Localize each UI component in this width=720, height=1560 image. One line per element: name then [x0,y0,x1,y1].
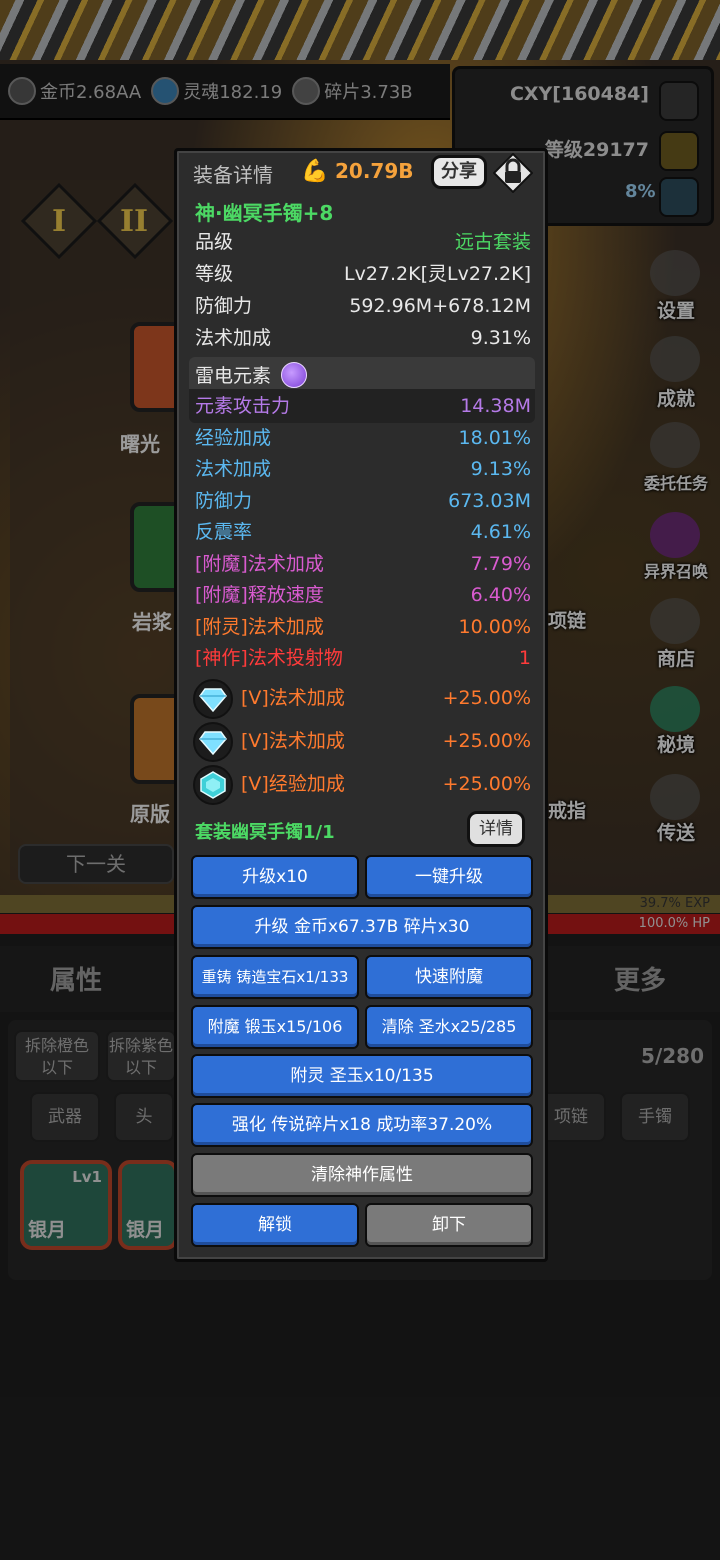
gem-1-key: [V]法术加成 [241,687,345,709]
stat-spirit-spell-value: 10.00% [458,616,531,638]
one-click-upgrade-button[interactable]: 一键升级 [365,855,533,899]
clear-divine-button[interactable]: 清除神作属性 [191,1153,533,1197]
stat-exp-bonus-value: 18.01% [458,427,531,449]
gem-2-key: [V]法术加成 [241,730,345,752]
muscle-icon: 💪 [301,159,329,184]
gem-3-value: +25.00% [442,773,531,795]
lock-icon[interactable] [492,152,534,194]
stat-enchant-spell-key: [附魔]法术加成 [195,553,324,575]
stat-row-spirit-spell: [附灵]法术加成 10.00% [195,612,531,642]
stat-row-level: 等级 Lv27.2K[灵Lv27.2K] [195,259,531,289]
diamond-gem-icon [193,679,233,719]
stat-level-key: 等级 [195,263,234,285]
element-label: 雷电元素 [195,365,272,387]
diamond-gem-icon [193,722,233,762]
stat-enchant-speed-value: 6.40% [470,584,531,606]
gem-1-value: +25.00% [442,687,531,709]
stat-counter-rate-value: 4.61% [470,521,531,543]
stat-grade-value: 远古套装 [454,231,531,253]
stat-row-counter-rate: 反震率 4.61% [195,517,531,547]
unequip-button[interactable]: 卸下 [365,1203,533,1247]
gem-3-key: [V]经验加成 [241,773,345,795]
stat-spell-bonus-key: 法术加成 [195,327,272,349]
recast-button[interactable]: 重铸 铸造宝石x1/133 [191,955,359,999]
stat-spell-bonus-2-value: 9.13% [470,458,531,480]
spirit-button[interactable]: 附灵 圣玉x10/135 [191,1054,533,1098]
gem-row-1: [V]法术加成 +25.00% [241,683,531,713]
stat-row-grade: 品级 远古套装 [195,227,531,257]
modal-title: 装备详情 [193,163,273,187]
upgrade-x10-button[interactable]: 升级x10 [191,855,359,899]
stat-enchant-spell-value: 7.79% [470,553,531,575]
gem-row-2: [V]法术加成 +25.00% [241,726,531,756]
element-stat-row: 元素攻击力 14.38M [195,391,531,421]
quick-enchant-button[interactable]: 快速附魔 [365,955,533,999]
power-value: 20.79B [335,159,414,183]
stat-row-defense-2: 防御力 673.03M [195,486,531,516]
stat-row-enchant-speed: [附魔]释放速度 6.40% [195,580,531,610]
stat-row-defense: 防御力 592.96M+678.12M [195,291,531,321]
gem-row-3: [V]经验加成 +25.00% [241,769,531,799]
thunder-element-icon [281,362,307,388]
stat-spell-bonus-value: 9.31% [470,327,531,349]
gem-2-value: +25.00% [442,730,531,752]
set-detail-button[interactable]: 详情 [467,811,525,847]
enchant-button[interactable]: 附魔 锻玉x15/106 [191,1005,359,1049]
stat-row-spell-bonus-2: 法术加成 9.13% [195,454,531,484]
strengthen-button[interactable]: 强化 传说碎片x18 成功率37.20% [191,1103,533,1147]
stat-spell-bonus-2-key: 法术加成 [195,458,272,480]
upgrade-cost-button[interactable]: 升级 金币x67.37B 碎片x30 [191,905,533,949]
share-button[interactable]: 分享 [431,155,487,189]
stat-row-spell-bonus: 法术加成 9.31% [195,323,531,353]
unlock-button[interactable]: 解锁 [191,1203,359,1247]
stat-grade-key: 品级 [195,231,234,253]
clear-button[interactable]: 清除 圣水x25/285 [365,1005,533,1049]
set-name: 套装幽冥手镯1/1 [195,822,335,843]
stat-counter-rate-key: 反震率 [195,521,253,543]
element-stat-value: 14.38M [460,395,531,417]
stat-spirit-spell-key: [附灵]法术加成 [195,616,324,638]
stat-divine-projectile-key: [神作]法术投射物 [195,647,343,669]
stat-defense-2-key: 防御力 [195,490,253,512]
stat-row-divine-projectile: [神作]法术投射物 1 [195,643,531,673]
stat-defense-key: 防御力 [195,295,253,317]
stat-defense-2-value: 673.03M [448,490,531,512]
stat-divine-projectile-value: 1 [518,647,531,669]
stat-row-enchant-spell: [附魔]法术加成 7.79% [195,549,531,579]
stat-level-value: Lv27.2K[灵Lv27.2K] [343,263,531,285]
stat-enchant-speed-key: [附魔]释放速度 [195,584,324,606]
item-name: 神·幽冥手镯+8 [195,201,334,225]
element-stat-key: 元素攻击力 [195,395,291,417]
hexagon-gem-icon [193,765,233,805]
stat-exp-bonus-key: 经验加成 [195,427,272,449]
element-header: 雷电元素 [195,361,531,391]
stat-row-exp-bonus: 经验加成 18.01% [195,423,531,453]
equipment-detail-modal: 装备详情 💪 20.79B 分享 神·幽冥手镯+8 品级 远古套装 等级 Lv2… [174,148,548,1262]
stat-defense-value: 592.96M+678.12M [349,295,531,317]
